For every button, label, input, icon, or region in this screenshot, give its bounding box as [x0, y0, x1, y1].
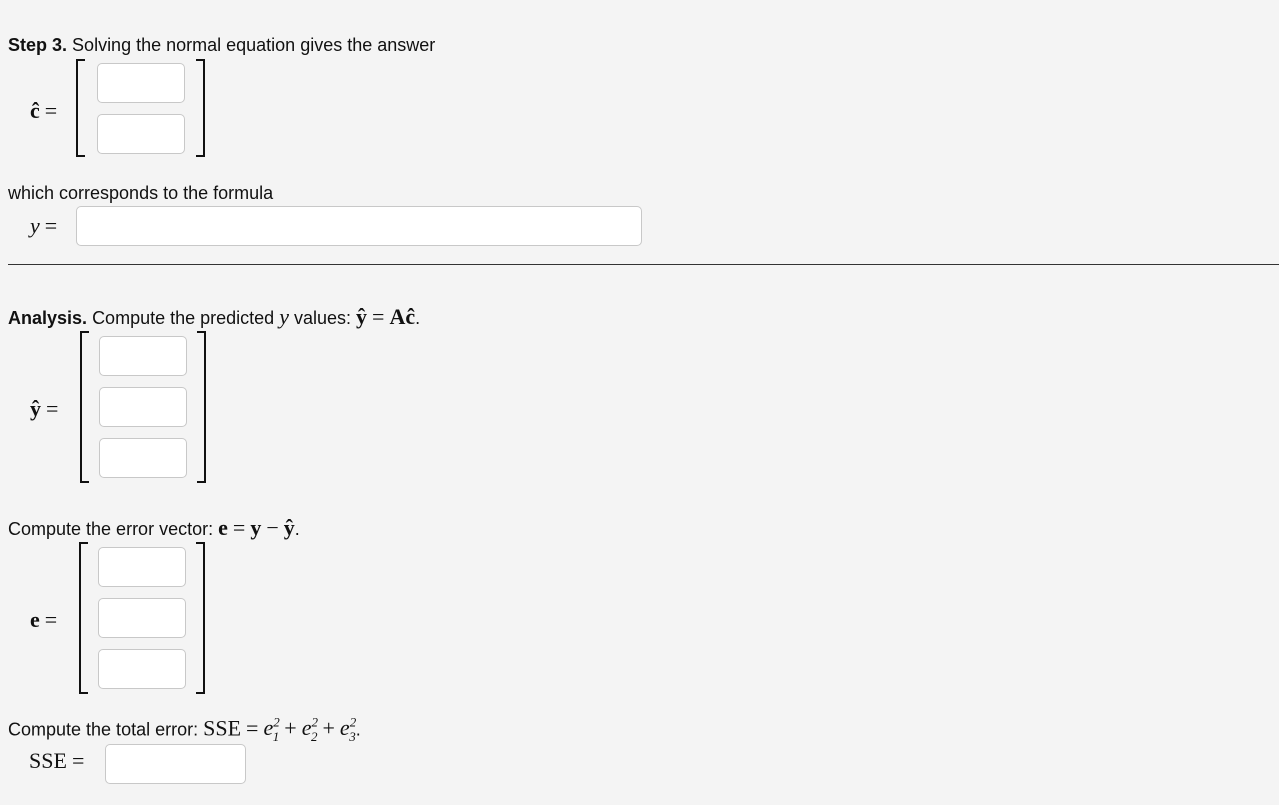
analysis-sentence: Analysis. Compute the predicted y values… — [8, 304, 420, 330]
section-divider — [8, 264, 1279, 265]
analysis-text-before: Compute the predicted — [92, 308, 275, 328]
formula-text: which corresponds to the formula — [8, 183, 274, 203]
c-hat-input-2[interactable] — [97, 114, 185, 154]
e-label-group: e = — [30, 607, 57, 633]
period: . — [415, 308, 421, 328]
equals-sign: = — [44, 607, 58, 632]
matrix-left-bracket — [76, 59, 85, 157]
sse-text: Compute the total error: — [8, 719, 199, 740]
equals-sign: = — [372, 304, 385, 329]
formula-input[interactable] — [76, 206, 642, 246]
sse-label: SSE — [29, 748, 67, 773]
equals-sign: = — [44, 213, 58, 238]
y-hat-label: ŷ — [30, 396, 41, 421]
plus-sign: + — [322, 715, 335, 741]
equals-sign: = — [71, 748, 85, 773]
analysis-text-mid: values: — [293, 308, 352, 328]
matrix-right-bracket — [196, 542, 205, 694]
y-symbol: y — [250, 515, 262, 540]
e-symbol: e — [218, 515, 228, 540]
step3-heading: Step 3. — [8, 35, 68, 55]
e-input-3[interactable] — [98, 649, 186, 689]
matrix-left-bracket — [80, 331, 89, 483]
y-var: y — [279, 304, 289, 329]
c-hat-input-1[interactable] — [97, 63, 185, 103]
step3-text: Solving the normal equation gives the an… — [72, 35, 436, 55]
sse-input[interactable] — [105, 744, 246, 784]
matrix-right-bracket — [196, 59, 205, 157]
c-hat-label-group: ĉ = — [30, 98, 57, 124]
y-label-group: y = — [30, 213, 57, 239]
equals-sign: = — [246, 715, 259, 741]
e-input-2[interactable] — [98, 598, 186, 638]
y-hat-input-1[interactable] — [99, 336, 187, 376]
matrix-left-bracket — [79, 542, 88, 694]
analysis-heading: Analysis. — [8, 308, 88, 328]
y-hat-input-2[interactable] — [99, 387, 187, 427]
period: . — [355, 719, 361, 740]
c-hat-label: ĉ — [30, 98, 40, 123]
equals-sign: = — [232, 515, 246, 540]
sse-symbol: SSE — [203, 715, 242, 741]
error-text: Compute the error vector: — [8, 519, 214, 539]
minus-sign: − — [266, 515, 279, 540]
c-hat-symbol: ĉ — [405, 304, 416, 329]
matrix-a-symbol: A — [389, 304, 406, 329]
e-label: e — [30, 607, 40, 632]
e-input-1[interactable] — [98, 547, 186, 587]
y-hat-input-3[interactable] — [99, 438, 187, 478]
sse-label-group: SSE = — [29, 748, 84, 774]
e1-symbol: e21 — [263, 715, 280, 744]
plus-sign: + — [284, 715, 297, 741]
equals-sign: = — [46, 396, 59, 421]
e3-symbol: e23 — [339, 715, 357, 744]
y-hat-symbol: ŷ — [356, 304, 368, 329]
matrix-right-bracket — [197, 331, 206, 483]
y-label: y — [30, 213, 40, 238]
y-hat-symbol: ŷ — [283, 515, 295, 540]
period: . — [294, 519, 300, 539]
y-hat-label-group: ŷ = — [30, 396, 58, 422]
equals-sign: = — [44, 98, 58, 123]
e2-symbol: e22 — [301, 715, 318, 744]
step3-sentence: Step 3. Solving the normal equation give… — [8, 35, 435, 56]
sse-sentence: Compute the total error: SSE = e21 + e22… — [8, 715, 361, 745]
error-sentence: Compute the error vector: e = y − ŷ. — [8, 515, 300, 541]
